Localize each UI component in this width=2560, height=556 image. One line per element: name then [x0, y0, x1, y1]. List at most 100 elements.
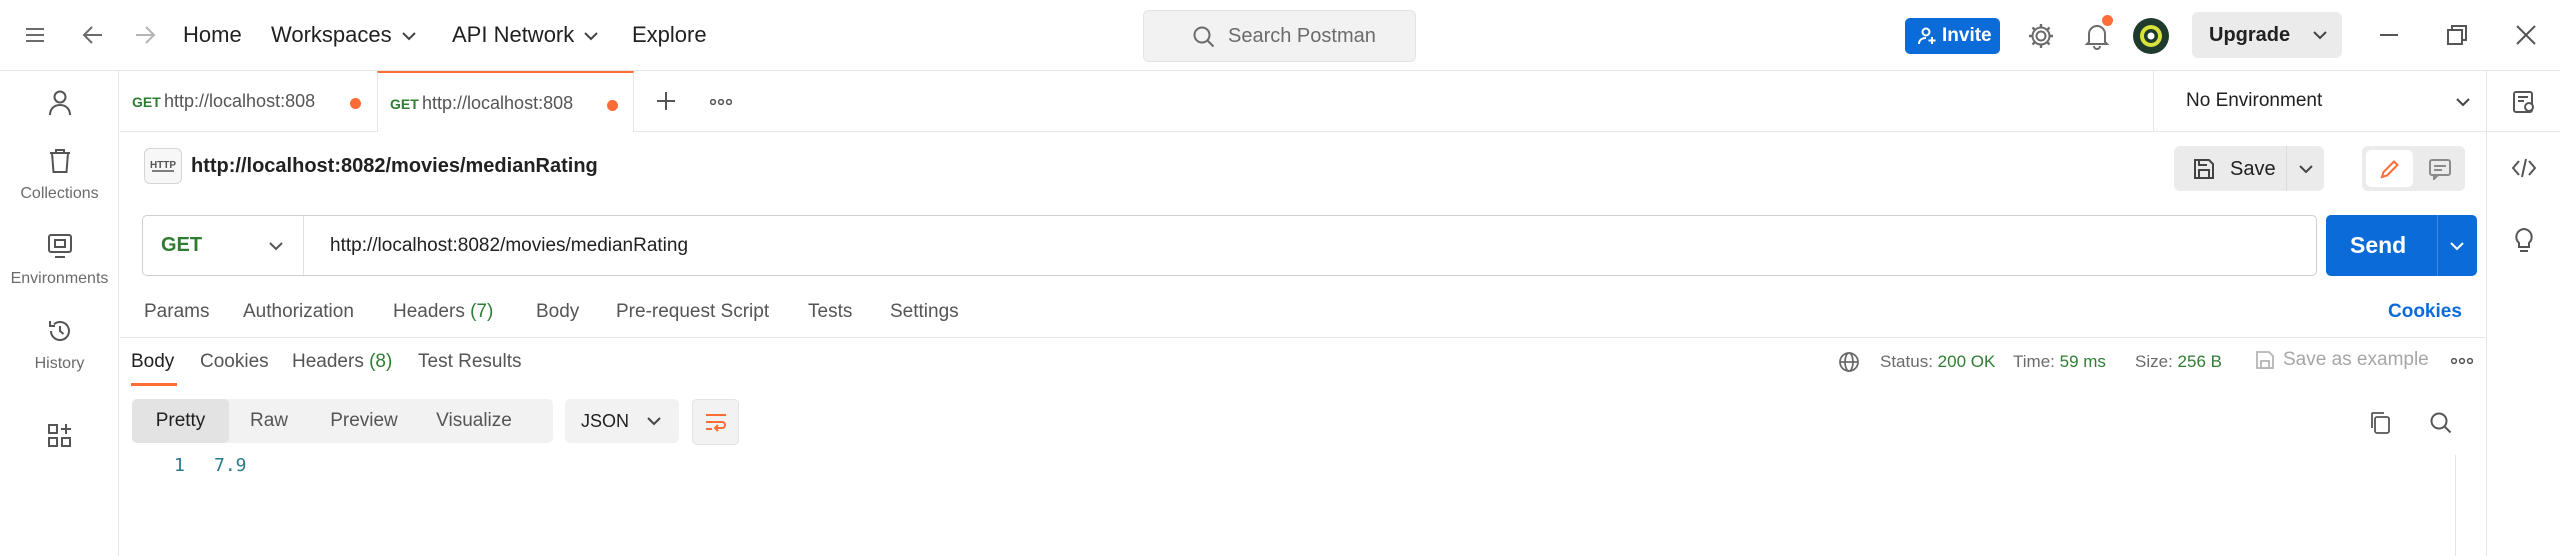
copy-icon[interactable] — [2369, 411, 2391, 435]
nav-workspaces[interactable]: Workspaces — [271, 22, 416, 48]
nav-explore[interactable]: Explore — [632, 22, 707, 48]
history-icon — [47, 318, 73, 344]
new-tab-plus-icon[interactable] — [655, 90, 677, 112]
response-tab-cookies[interactable]: Cookies — [200, 351, 269, 373]
response-size[interactable]: Size: 256 B — [2135, 352, 2222, 372]
sidebar-item-collections[interactable]: Collections — [0, 148, 119, 203]
chevron-down-icon[interactable] — [2450, 241, 2464, 251]
tab-headers[interactable]: Headers (7) — [393, 301, 493, 323]
nav-home[interactable]: Home — [183, 22, 242, 48]
request-title[interactable]: http://localhost:8082/movies/medianRatin… — [191, 155, 598, 178]
headers-count: (7) — [470, 301, 494, 322]
save-button[interactable]: Save — [2174, 146, 2324, 191]
trash-can-icon — [47, 148, 73, 174]
save-label: Save — [2230, 158, 2276, 180]
notifications-bell-icon[interactable] — [2083, 22, 2111, 50]
environment-quick-look-icon[interactable] — [2512, 90, 2536, 114]
format-preview[interactable]: Preview — [309, 399, 419, 443]
comment-icon[interactable] — [2428, 158, 2452, 180]
sidebar-item-apps[interactable] — [0, 423, 119, 454]
view-mode-toggle — [2362, 146, 2465, 191]
tab-headers-label: Headers — [393, 301, 465, 322]
response-status[interactable]: Status: 200 OK — [1880, 352, 1995, 372]
environment-icon — [47, 233, 73, 259]
tab-body[interactable]: Body — [536, 301, 579, 323]
unsaved-dot — [350, 98, 361, 109]
restore-window-icon[interactable] — [2446, 24, 2468, 46]
environment-selector[interactable]: No Environment — [2153, 71, 2486, 132]
save-as-example-button[interactable]: Save as example — [2283, 349, 2429, 371]
nav-workspaces-label: Workspaces — [271, 22, 392, 47]
invite-label: Invite — [1942, 25, 1992, 46]
back-arrow-icon[interactable] — [82, 24, 104, 46]
search-icon[interactable] — [2429, 411, 2453, 435]
sidebar-item-label: Collections — [20, 185, 99, 202]
more-tabs-icon[interactable] — [710, 99, 732, 105]
language-select[interactable]: JSON — [565, 399, 679, 443]
response-tab-body[interactable]: Body — [131, 351, 174, 373]
tab-params[interactable]: Params — [144, 301, 209, 323]
url-input[interactable]: http://localhost:8082/movies/medianRatin… — [330, 235, 688, 257]
edit-mode-button[interactable] — [2366, 150, 2413, 187]
response-tab-headers[interactable]: Headers (8) — [292, 351, 392, 373]
tab-authorization[interactable]: Authorization — [243, 301, 354, 323]
environment-label: No Environment — [2186, 90, 2323, 111]
invite-button[interactable]: Invite — [1905, 18, 2000, 54]
sidebar-item-user[interactable] — [0, 89, 119, 122]
code-icon[interactable] — [2511, 157, 2537, 179]
globe-icon[interactable] — [1838, 351, 1860, 373]
status-value: 200 OK — [1937, 352, 1996, 371]
more-options-icon[interactable] — [2451, 358, 2473, 364]
scrollbar-track[interactable] — [2455, 455, 2456, 556]
search-icon — [1192, 25, 1216, 49]
response-headers-label: Headers — [292, 351, 364, 372]
unsaved-dot — [607, 100, 618, 111]
settings-gear-icon[interactable] — [2027, 22, 2055, 50]
tab-tests[interactable]: Tests — [808, 301, 852, 323]
chevron-down-icon[interactable] — [269, 241, 283, 251]
upgrade-label: Upgrade — [2209, 24, 2291, 46]
tab-pre-request-script[interactable]: Pre-request Script — [616, 301, 769, 323]
nav-api-network[interactable]: API Network — [452, 22, 598, 48]
response-headers-count: (8) — [369, 351, 393, 372]
format-pretty[interactable]: Pretty — [132, 399, 229, 443]
cookies-link[interactable]: Cookies — [2388, 301, 2462, 323]
chevron-down-icon[interactable] — [2299, 164, 2313, 174]
send-button[interactable]: Send — [2326, 215, 2477, 276]
close-icon[interactable] — [2515, 24, 2537, 46]
tab-settings[interactable]: Settings — [890, 301, 959, 323]
response-format-group: Pretty Raw Preview Visualize — [132, 399, 553, 443]
upgrade-button[interactable]: Upgrade — [2192, 12, 2342, 58]
notification-dot — [2102, 15, 2113, 26]
format-raw[interactable]: Raw — [229, 399, 309, 443]
response-tab-test-results[interactable]: Test Results — [418, 351, 521, 373]
wrap-lines-icon — [704, 412, 728, 432]
forward-arrow-icon[interactable] — [134, 24, 156, 46]
add-user-icon — [1918, 27, 1938, 45]
request-tab[interactable]: GET http://localhost:8082/m — [120, 71, 376, 132]
chevron-down-icon — [401, 31, 416, 41]
sidebar-item-environments[interactable]: Environments — [0, 233, 119, 288]
sidebar-item-history[interactable]: History — [0, 318, 119, 373]
chevron-down-icon[interactable] — [2313, 30, 2327, 40]
response-body-line[interactable]: 7.9 — [214, 455, 247, 476]
url-bar: GET http://localhost:8082/movies/medianR… — [142, 215, 2317, 276]
lightbulb-icon[interactable] — [2512, 227, 2536, 255]
size-value: 256 B — [2177, 352, 2222, 371]
size-label: Size: — [2135, 352, 2173, 371]
format-visualize[interactable]: Visualize — [419, 399, 529, 443]
active-tab-underline — [131, 383, 177, 386]
minimize-icon[interactable] — [2378, 24, 2400, 46]
request-tab-active[interactable]: GET http://localhost:8082/m — [377, 71, 634, 132]
response-time[interactable]: Time: 59 ms — [2013, 352, 2106, 372]
sidebar-item-label: Environments — [10, 270, 109, 287]
divider — [120, 337, 2486, 338]
avatar[interactable] — [2133, 18, 2169, 54]
svg-text:HTTP: HTTP — [150, 160, 176, 171]
method-select[interactable]: GET — [161, 234, 202, 257]
wrap-lines-button[interactable] — [692, 399, 739, 445]
divider — [303, 216, 304, 275]
search-input[interactable]: Search Postman — [1143, 10, 1416, 62]
menu-icon[interactable] — [24, 24, 46, 46]
search-placeholder: Search Postman — [1228, 25, 1376, 47]
